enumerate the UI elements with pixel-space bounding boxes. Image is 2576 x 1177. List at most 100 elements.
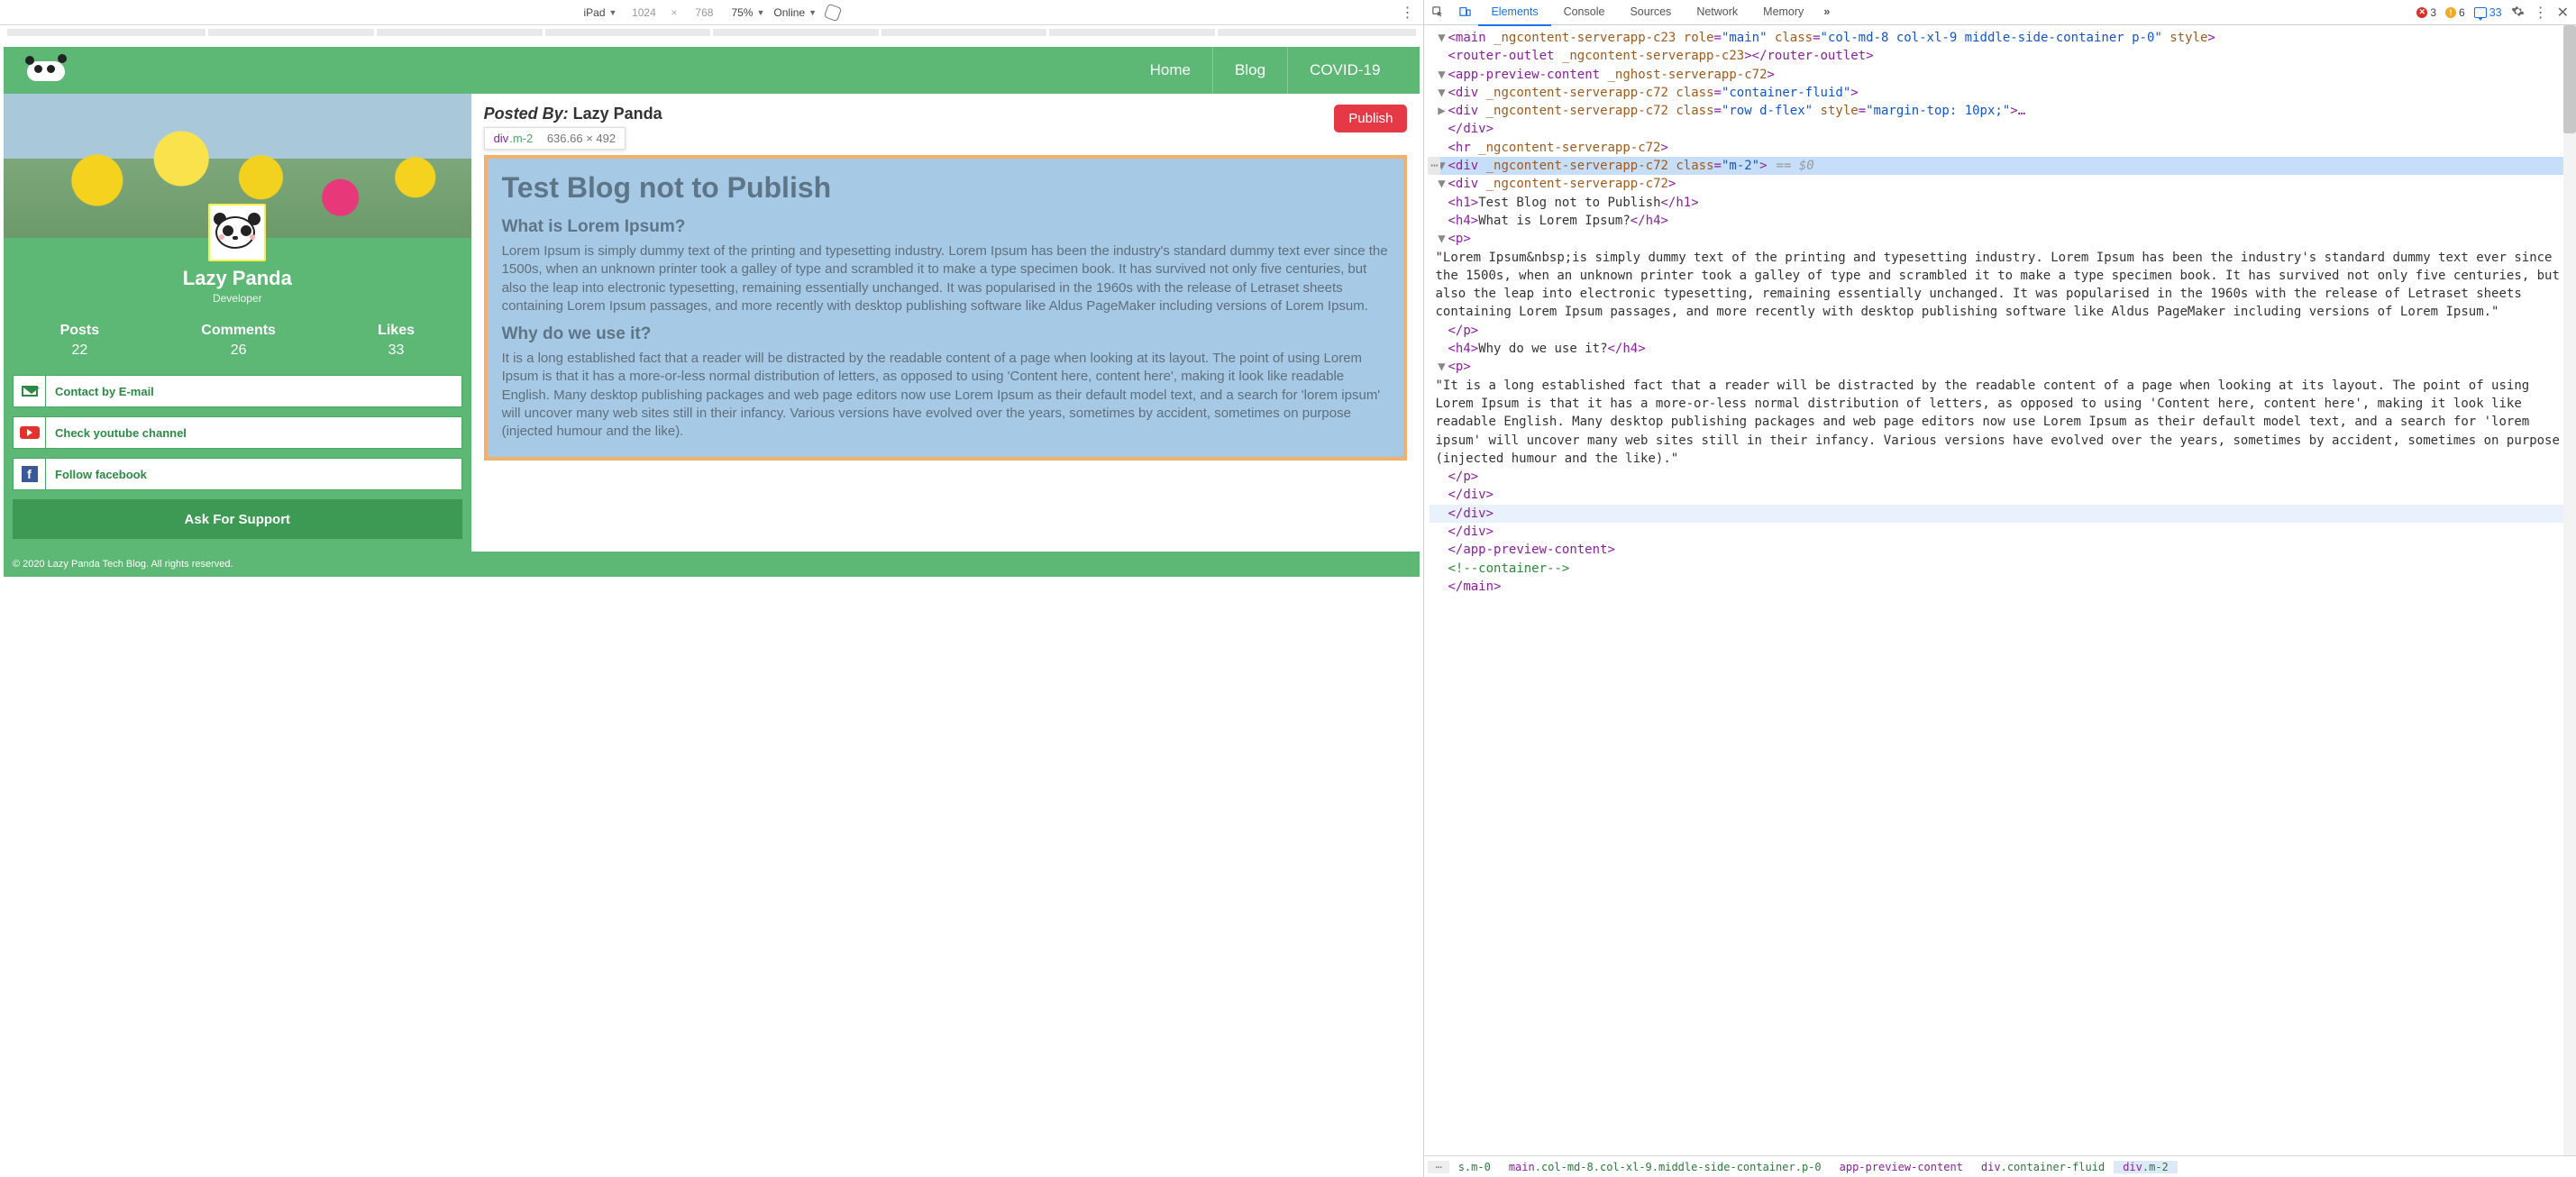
stat-posts-value: 22 — [60, 342, 100, 359]
breadcrumb-item-active[interactable]: div.m-2 — [2114, 1161, 2178, 1173]
breadcrumb-item[interactable]: main.col-md-8.col-xl-9.middle-side-conta… — [1500, 1161, 1831, 1173]
tab-memory[interactable]: Memory — [1750, 0, 1816, 26]
youtube-icon — [20, 426, 40, 439]
article-h4-2: Why do we use it? — [502, 324, 1390, 344]
youtube-button[interactable]: Check youtube channel — [13, 416, 462, 449]
contact-email-button[interactable]: Contact by E-mail — [13, 375, 462, 407]
dom-row[interactable]: <h4>Why do we use it?</h4> — [1430, 340, 2576, 358]
facebook-label: Follow facebook — [46, 468, 147, 481]
error-count[interactable]: ✕3 — [2416, 6, 2436, 19]
stat-posts-label: Posts — [60, 323, 100, 339]
scrollbar[interactable] — [2563, 25, 2576, 1155]
dom-row-selected[interactable]: ▼<div _ngcontent-serverapp-c72 class="m-… — [1430, 157, 2576, 175]
nav-home[interactable]: Home — [1128, 47, 1213, 94]
breadcrumb: ⋯ s.m-0 main.col-md-8.col-xl-9.middle-si… — [1424, 1155, 2576, 1177]
tab-sources[interactable]: Sources — [1617, 0, 1684, 26]
posted-by-label: Posted By: — [484, 105, 569, 123]
close-icon[interactable]: ✕ — [2557, 4, 2569, 22]
dom-row[interactable]: </app-preview-content> — [1430, 541, 2576, 559]
stat-comments-label: Comments — [201, 323, 276, 339]
tooltip-class: .m-2 — [509, 132, 533, 145]
profile-name: Lazy Panda — [11, 267, 464, 290]
device-viewport-pane: iPad ▼ 1024 × 768 75% ▼ Online ▼ ⋮ — [0, 0, 1424, 1177]
dom-row[interactable]: <router-outlet _ngcontent-serverapp-c23>… — [1430, 47, 2576, 65]
device-width-input[interactable]: 1024 — [626, 6, 662, 19]
dom-row[interactable]: </p> — [1430, 468, 2576, 486]
dom-row[interactable]: ▼<app-preview-content _nghost-serverapp-… — [1430, 66, 2576, 84]
breadcrumb-item[interactable]: app-preview-content — [1831, 1161, 1972, 1173]
dom-row[interactable]: ▼<div _ngcontent-serverapp-c72> — [1430, 175, 2576, 193]
dom-row[interactable]: ▶<div _ngcontent-serverapp-c72 class="ro… — [1430, 102, 2576, 120]
dom-tree[interactable]: ▼<main _ngcontent-serverapp-c23 role="ma… — [1424, 25, 2576, 1155]
article-p-1: Lorem Ipsum is simply dummy text of the … — [502, 242, 1390, 315]
dom-row[interactable]: ▼<p> — [1430, 358, 2576, 376]
avatar — [208, 204, 266, 261]
tab-elements[interactable]: Elements — [1478, 0, 1550, 26]
dom-row[interactable]: </div> — [1430, 486, 2576, 504]
dom-row[interactable]: <hr _ngcontent-serverapp-c72> — [1430, 139, 2576, 157]
mail-icon — [22, 386, 38, 397]
cover-image — [4, 94, 471, 238]
posted-by-author: Lazy Panda — [573, 105, 662, 123]
dom-row[interactable]: ▼<p> — [1430, 230, 2576, 248]
emulated-site: Home Blog COVID-19 — [4, 47, 1420, 577]
dom-row[interactable]: <!--container--> — [1430, 560, 2576, 578]
inspect-element-icon[interactable] — [1424, 0, 1451, 24]
dom-row[interactable]: ▼<main _ngcontent-serverapp-c23 role="ma… — [1430, 29, 2576, 47]
chevron-down-icon: ▼ — [808, 8, 817, 17]
profile-sidebar: Lazy Panda Developer Posts 22 Comments 26 … — [4, 94, 471, 552]
tab-console[interactable]: Console — [1551, 0, 1618, 26]
nav-covid[interactable]: COVID-19 — [1288, 47, 1402, 94]
breadcrumb-item[interactable]: s.m-0 — [1449, 1161, 1500, 1173]
ask-support-button[interactable]: Ask For Support — [13, 499, 462, 539]
device-name: iPad — [583, 6, 605, 19]
dom-row[interactable]: "It is a long established fact that a re… — [1430, 377, 2576, 468]
dom-row[interactable]: </div> — [1430, 505, 2576, 523]
toggle-device-icon[interactable] — [1451, 0, 1478, 24]
zoom-select[interactable]: 75% ▼ — [731, 6, 764, 19]
post-content: Posted By: Lazy Panda div.m-2 636.66 × 4… — [471, 94, 1420, 552]
zoom-value: 75% — [731, 6, 753, 19]
kebab-menu-icon[interactable]: ⋮ — [1400, 4, 1414, 22]
gear-icon[interactable] — [2511, 5, 2525, 21]
stat-comments-value: 26 — [201, 342, 276, 359]
publish-button[interactable]: Publish — [1334, 105, 1407, 132]
dom-row[interactable]: ▼<div _ngcontent-serverapp-c72 class="co… — [1430, 84, 2576, 102]
profile-stats: Posts 22 Comments 26 Likes 33 — [4, 310, 471, 375]
dom-row[interactable]: <h4>What is Lorem Ipsum?</h4> — [1430, 212, 2576, 230]
rotate-icon[interactable] — [824, 3, 843, 22]
site-header: Home Blog COVID-19 — [4, 47, 1420, 94]
dimension-separator: × — [671, 6, 677, 19]
youtube-label: Check youtube channel — [46, 426, 187, 440]
facebook-button[interactable]: f Follow facebook — [13, 458, 462, 490]
tab-overflow[interactable]: » — [1816, 0, 1837, 26]
dom-row[interactable]: <h1>Test Blog not to Publish</h1> — [1430, 194, 2576, 212]
device-select[interactable]: iPad ▼ — [583, 6, 617, 19]
message-count[interactable]: 33 — [2474, 6, 2502, 19]
posted-by: Posted By: Lazy Panda — [484, 105, 662, 123]
dom-row[interactable]: </div> — [1430, 523, 2576, 541]
dom-row[interactable]: </div> — [1430, 120, 2576, 138]
profile-role: Developer — [11, 292, 464, 305]
stat-likes-label: Likes — [378, 323, 415, 339]
tab-network[interactable]: Network — [1684, 0, 1750, 26]
tooltip-dims: 636.66 × 492 — [547, 132, 616, 145]
highlighted-article: Test Blog not to Publish What is Lorem I… — [484, 155, 1408, 461]
breadcrumb-item[interactable]: div.container-fluid — [1972, 1161, 2114, 1173]
dom-row[interactable]: </p> — [1430, 322, 2576, 340]
article-p-2: It is a long established fact that a rea… — [502, 350, 1390, 441]
breadcrumb-overflow[interactable]: ⋯ — [1428, 1161, 1448, 1173]
throttle-select[interactable]: Online ▼ — [773, 6, 817, 19]
dom-row[interactable]: </main> — [1430, 578, 2576, 596]
page-stage: Home Blog COVID-19 — [0, 25, 1423, 1177]
device-height-input[interactable]: 768 — [686, 6, 722, 19]
panda-logo-icon[interactable] — [22, 56, 71, 85]
stat-likes-value: 33 — [378, 342, 415, 359]
kebab-icon[interactable]: ⋮ — [2534, 4, 2548, 22]
nav-blog[interactable]: Blog — [1213, 47, 1288, 94]
warning-count[interactable]: !6 — [2445, 6, 2465, 19]
scrollbar-thumb[interactable] — [2563, 25, 2576, 133]
throttle-value: Online — [773, 6, 805, 19]
dom-row[interactable]: "Lorem Ipsum&nbsp;is simply dummy text o… — [1430, 249, 2576, 322]
devtools-toolbar: Elements Console Sources Network Memory … — [1424, 0, 2576, 25]
